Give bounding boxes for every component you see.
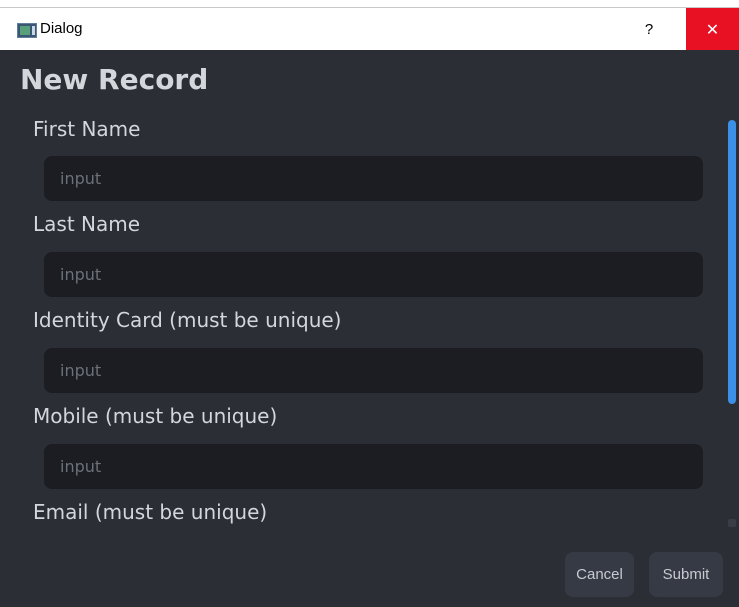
window-title: Dialog xyxy=(40,20,83,37)
email-label: Email (must be unique) xyxy=(33,500,268,524)
scrollbar-thumb[interactable] xyxy=(728,120,736,404)
mobile-label: Mobile (must be unique) xyxy=(33,404,278,428)
identity-card-label: Identity Card (must be unique) xyxy=(33,308,342,332)
window-titlebar[interactable]: Dialog ? ✕ xyxy=(0,7,739,50)
identity-card-input[interactable]: input xyxy=(44,348,703,393)
close-icon: ✕ xyxy=(705,19,720,39)
submit-button[interactable]: Submit xyxy=(649,552,723,597)
app-icon xyxy=(17,23,37,38)
cancel-button[interactable]: Cancel xyxy=(565,552,634,597)
first-name-input[interactable]: input xyxy=(44,156,703,201)
help-button[interactable]: ? xyxy=(632,10,666,48)
last-name-label: Last Name xyxy=(33,212,141,236)
last-name-input[interactable]: input xyxy=(44,252,703,297)
form-scroll-area[interactable]: First Name input Last Name input Identit… xyxy=(0,106,720,532)
close-button[interactable]: ✕ xyxy=(686,8,739,50)
form-title: New Record xyxy=(20,63,209,96)
mobile-input[interactable]: input xyxy=(44,444,703,489)
dialog-body: New Record First Name input Last Name in… xyxy=(0,50,739,607)
scrollbar-end xyxy=(728,519,736,527)
first-name-label: First Name xyxy=(33,117,141,141)
